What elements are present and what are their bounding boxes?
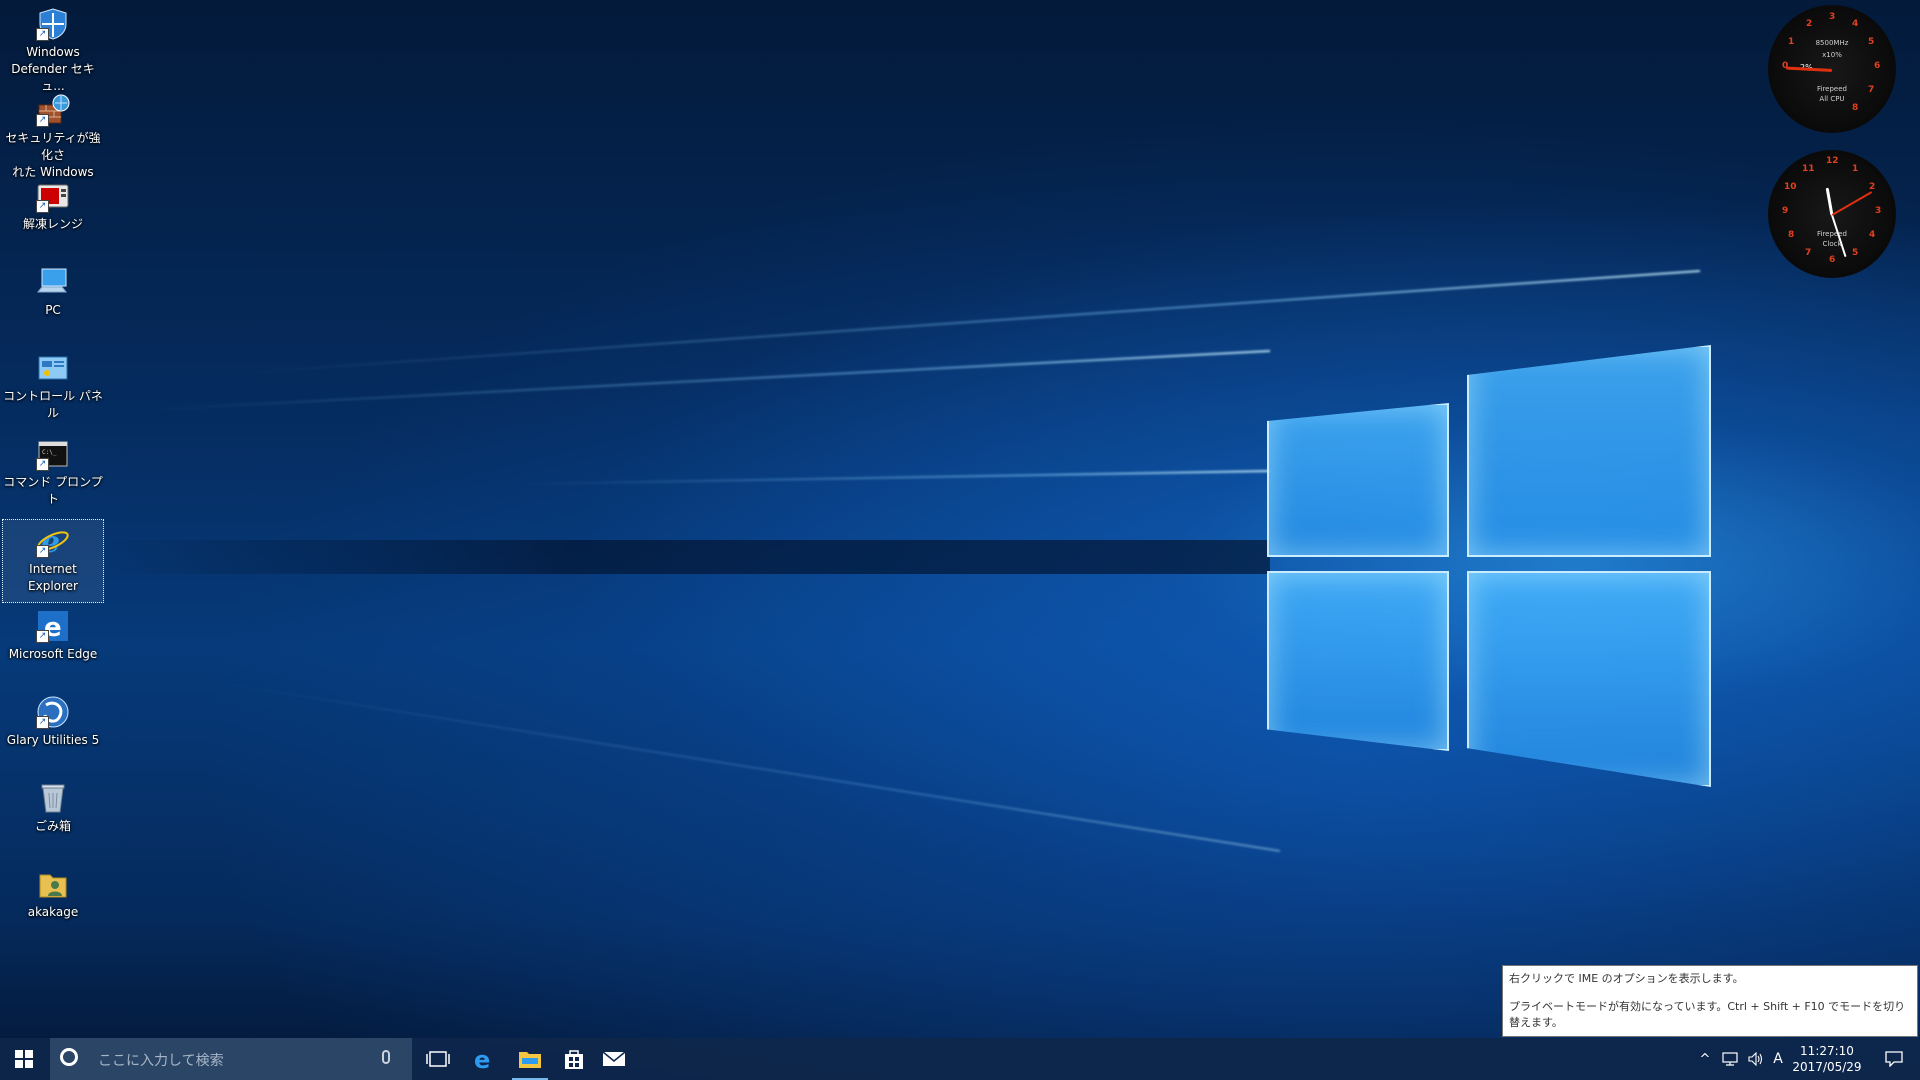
ime-tooltip: 右クリックで IME のオプションを表示します。 プライベートモードが有効になっ… <box>1502 965 1918 1037</box>
shortcut-arrow-icon: ↗ <box>36 200 49 213</box>
desktop-icon-edge[interactable]: e ↗ Microsoft Edge <box>2 605 104 689</box>
edge-icon: e <box>474 1047 490 1071</box>
taskbar-file-explorer-button[interactable] <box>508 1038 552 1080</box>
logo-pane-top-right <box>1467 345 1711 557</box>
recycle-bin-icon <box>36 781 70 815</box>
tooltip-line: 右クリックで IME のオプションを表示します。 <box>1509 972 1744 985</box>
light-beam <box>193 677 1281 852</box>
shortcut-arrow-icon: ↗ <box>36 114 49 127</box>
volume-button[interactable] <box>1744 1038 1768 1080</box>
light-beam <box>151 350 1271 411</box>
desktop-icon-glary-utilities[interactable]: ↗ Glary Utilities 5 <box>2 691 104 775</box>
windows-start-icon <box>15 1050 33 1068</box>
shortcut-arrow-icon: ↗ <box>36 630 49 643</box>
search-placeholder: ここに入力して検索 <box>98 1053 224 1069</box>
firewall-icon: ↗ <box>36 93 70 127</box>
cpu-multiplier: x10% <box>1822 51 1842 59</box>
clock-hour-hand <box>1825 187 1834 216</box>
desktop-icon-firewall[interactable]: ↗ セキュリティが強化さ れた Windows フ... <box>2 89 104 196</box>
microwave-icon: ↗ <box>36 179 70 213</box>
show-hidden-icons-button[interactable]: ^ <box>1694 1038 1716 1080</box>
taskbar-edge-button[interactable]: e <box>462 1038 506 1080</box>
svg-text:C:\_: C:\_ <box>42 449 57 456</box>
desktop-icon-pc[interactable]: PC <box>2 261 104 345</box>
network-icon <box>1722 1052 1738 1066</box>
user-folder-icon <box>36 867 70 901</box>
microphone-icon[interactable] <box>382 1050 390 1064</box>
computer-icon <box>36 265 70 299</box>
desktop-icon-recycle-bin[interactable]: ごみ箱 <box>2 777 104 861</box>
task-view-icon <box>426 1051 450 1067</box>
control-panel-icon <box>36 351 70 385</box>
start-button[interactable] <box>0 1038 48 1080</box>
icon-label: コマンド プロンプト <box>3 475 103 506</box>
desktop-icon-user-folder[interactable]: akakage <box>2 863 104 947</box>
speaker-icon <box>1748 1052 1763 1066</box>
clock-second-hand <box>1831 191 1873 216</box>
shortcut-arrow-icon: ↗ <box>36 716 49 729</box>
logo-pane-bottom-left <box>1267 571 1449 751</box>
taskbar: ここに入力して検索 e ^ A 11:27:10 2017/05/29 <box>0 1038 1920 1080</box>
icon-label: Internet Explorer <box>28 562 78 593</box>
desktop-icon-kaitou-range[interactable]: ↗ 解凍レンジ <box>2 175 104 259</box>
cpu-meter-gadget[interactable]: 3 4 5 6 7 8 2 1 0 8500MHz x10% 2% Firepe… <box>1768 5 1896 133</box>
logo-pane-bottom-right <box>1467 571 1711 787</box>
icon-label: セキュリティが強化さ <box>5 131 101 162</box>
icon-label: コントロール パネル <box>3 389 103 420</box>
cortana-icon <box>60 1048 78 1066</box>
cpu-freq: 8500MHz <box>1815 39 1849 47</box>
mail-icon <box>602 1051 626 1066</box>
chevron-up-icon: ^ <box>1699 1051 1711 1067</box>
command-prompt-icon: C:\_ ↗ <box>36 437 70 471</box>
shortcut-arrow-icon: ↗ <box>36 28 49 41</box>
taskbar-mail-button[interactable] <box>592 1038 636 1080</box>
internet-explorer-icon: e ↗ <box>36 524 70 560</box>
search-box[interactable]: ここに入力して検索 <box>50 1038 412 1080</box>
shortcut-arrow-icon: ↗ <box>36 545 49 558</box>
shadow-band <box>100 540 1270 574</box>
icon-label: Windows <box>26 45 80 59</box>
clock-date: 2017/05/29 <box>1792 1060 1862 1074</box>
icon-label: akakage <box>27 905 79 919</box>
icon-label: Microsoft Edge <box>8 647 98 661</box>
notification-icon <box>1885 1051 1903 1067</box>
file-explorer-icon <box>519 1052 541 1068</box>
windows-defender-shield-icon: ↗ <box>36 7 70 41</box>
desktop-icon-internet-explorer[interactable]: e ↗ Internet Explorer <box>2 519 104 603</box>
desktop-icon-control-panel[interactable]: コントロール パネル <box>2 347 104 431</box>
store-icon <box>565 1050 583 1069</box>
cpu-label: All CPU <box>1819 95 1845 103</box>
taskbar-clock[interactable]: 11:27:10 2017/05/29 <box>1782 1043 1872 1075</box>
clock-brand: Firepeed <box>1817 230 1847 238</box>
network-button[interactable] <box>1718 1038 1742 1080</box>
desktop-icon-windows-defender[interactable]: ↗ Windows Defender セキュ... <box>2 3 104 93</box>
glary-utilities-icon: ↗ <box>36 695 70 729</box>
desktop: ↗ Windows Defender セキュ... ↗ セキュリティが強化さ れ… <box>0 0 1920 1038</box>
task-view-button[interactable] <box>416 1038 460 1080</box>
logo-pane-top-left <box>1267 403 1449 557</box>
icon-label: ごみ箱 <box>34 819 71 833</box>
svg-text:e: e <box>474 1047 490 1071</box>
light-beam <box>520 470 1271 486</box>
icon-label: 解凍レンジ <box>22 217 83 231</box>
icon-label: Glary Utilities 5 <box>6 733 100 747</box>
taskbar-store-button[interactable] <box>552 1038 596 1080</box>
edge-icon: e ↗ <box>36 609 70 643</box>
desktop-icon-command-prompt[interactable]: C:\_ ↗ コマンド プロンプト <box>2 433 104 517</box>
icon-label: PC <box>45 303 61 317</box>
tooltip-line: プライベートモードが有効になっています。Ctrl + Shift + F10 で… <box>1509 1000 1906 1029</box>
action-center-button[interactable] <box>1876 1038 1912 1080</box>
cpu-brand: Firepeed <box>1817 85 1847 93</box>
windows-logo-wallpaper <box>1265 345 1711 787</box>
shortcut-arrow-icon: ↗ <box>36 458 49 471</box>
clock-time: 11:27:10 <box>1800 1044 1854 1058</box>
clock-gadget[interactable]: 12 1 2 3 4 5 6 7 8 9 10 11 Firepeed Cloc… <box>1768 150 1896 278</box>
clock-label: Clock <box>1822 240 1842 248</box>
